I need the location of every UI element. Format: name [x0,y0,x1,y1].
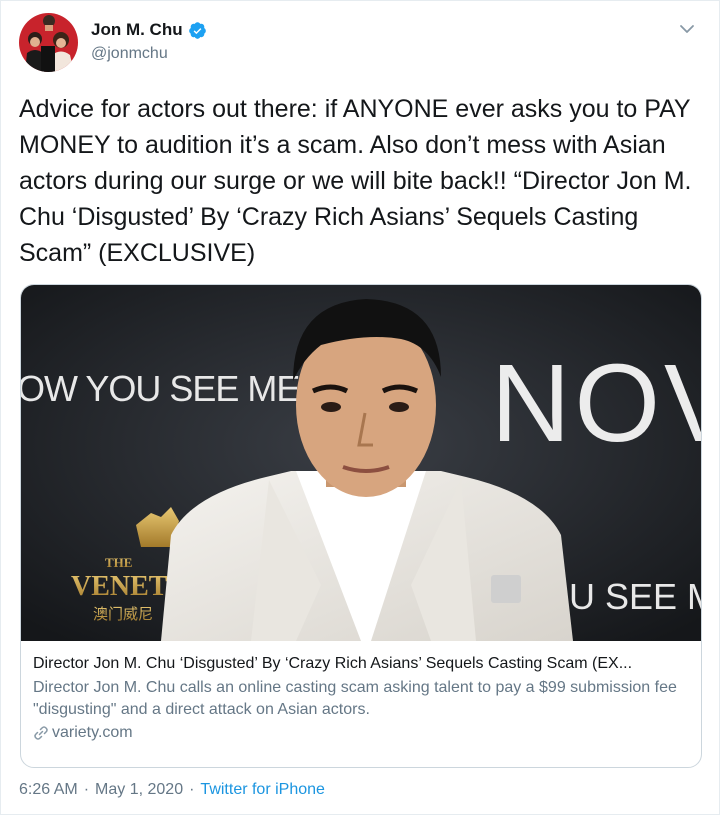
name-row: Jon M. Chu [91,19,207,41]
logo-main-text: VENETI [71,571,178,602]
footer-separator: · [83,781,90,798]
card-image[interactable]: OW YOU SEE ME NOV U SEE M THE VENETI 澳门威… [21,285,702,641]
tweet-container: Jon M. Chu @jonmchu Advice for actors ou… [0,0,720,815]
link-icon [34,726,48,740]
verified-badge-icon [188,21,206,39]
backdrop-bottom-right-text: U SEE M [569,576,702,617]
card-body: Director Jon M. Chu ‘Disgusted’ By ‘Craz… [33,653,693,742]
logo-top-text: THE [105,555,132,570]
backdrop-left-text: OW YOU SEE ME [21,368,299,409]
display-name[interactable]: Jon M. Chu [91,20,183,40]
author-names: Jon M. Chu @jonmchu [91,19,207,63]
avatar[interactable] [19,13,78,72]
footer-separator-2: · [189,781,195,798]
chevron-down-icon[interactable] [677,19,697,39]
card-title[interactable]: Director Jon M. Chu ‘Disgusted’ By ‘Craz… [33,653,693,675]
tweet-date[interactable]: May 1, 2020 [95,781,183,799]
card-domain-label: variety.com [52,724,133,741]
author-handle[interactable]: @jonmchu [91,45,207,63]
card-description: Director Jon M. Chu calls an online cast… [33,679,677,718]
tweet-text: Advice for actors out there: if ANYONE e… [19,95,699,267]
avatar-image [19,13,78,72]
tweet-time[interactable]: 6:26 AM [19,781,78,799]
logo-sub-text: 澳门威尼 [93,605,153,623]
backdrop-right-text: NOV [491,342,702,465]
tweet-footer: 6:26 AM · May 1, 2020 · Twitter for iPho… [19,781,325,799]
link-card[interactable]: OW YOU SEE ME NOV U SEE M THE VENETI 澳门威… [20,284,702,768]
tweet-header: Jon M. Chu @jonmchu [19,13,703,73]
card-domain: variety.com [33,724,693,742]
tweet-source-link[interactable]: Twitter for iPhone [200,781,325,799]
